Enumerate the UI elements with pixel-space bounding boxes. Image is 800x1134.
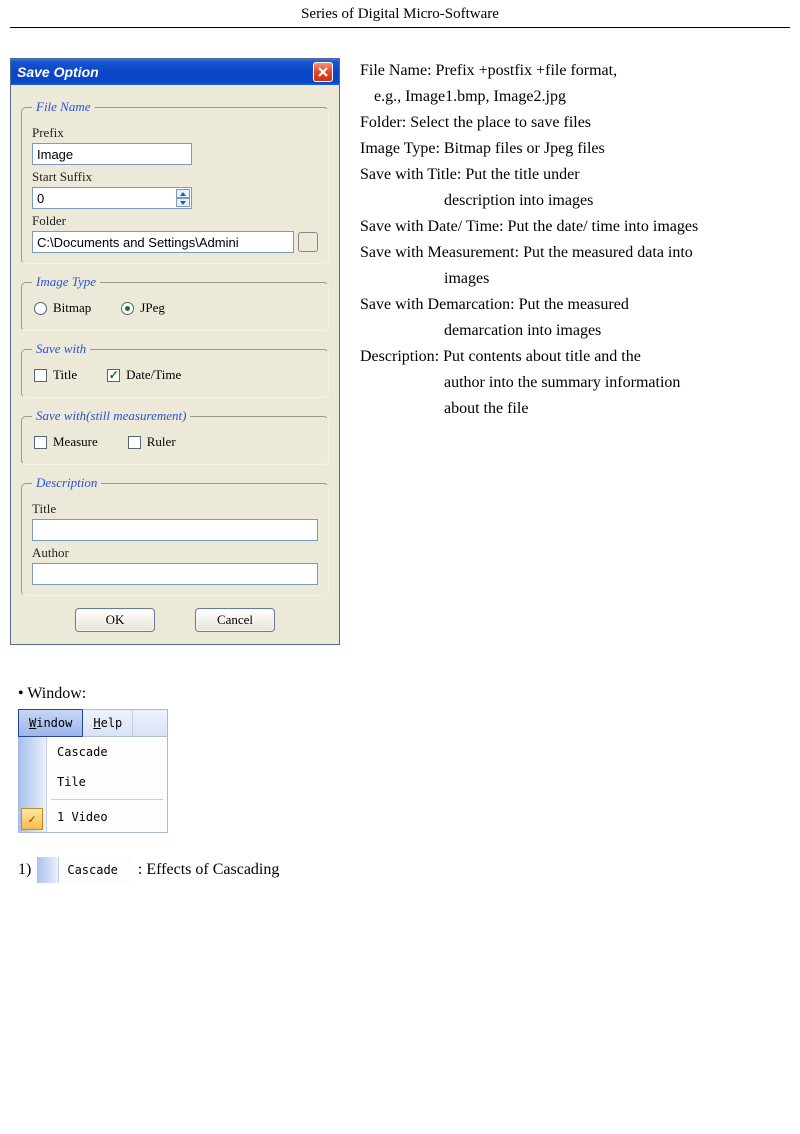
close-icon	[318, 67, 328, 77]
radio-icon	[121, 302, 134, 315]
explain-line: Save with Title: Put the title under	[360, 162, 790, 188]
chevron-down-icon	[180, 201, 186, 205]
checkbox-icon	[128, 436, 141, 449]
measure-checkbox[interactable]: Measure	[34, 434, 98, 450]
description-legend: Description	[32, 475, 101, 491]
imagetype-group: Image Type Bitmap JPeg	[21, 274, 329, 331]
menu-separator	[51, 799, 163, 800]
explain-line: Description: Put contents about title an…	[360, 344, 790, 370]
title-checkbox-label: Title	[53, 367, 77, 383]
savewith-still-group: Save with(still measurement) Measure Rul…	[21, 408, 329, 465]
explain-line: images	[360, 266, 790, 292]
filename-legend: File Name	[32, 99, 95, 115]
window-menu-screenshot: Window Help ✓ Cascade Tile 1 Video	[18, 709, 168, 833]
folder-label: Folder	[32, 213, 318, 229]
explain-line: description into images	[360, 188, 790, 214]
check-icon: ✓	[21, 808, 43, 830]
bitmap-radio[interactable]: Bitmap	[34, 300, 91, 316]
desc-title-input[interactable]	[32, 519, 318, 541]
measure-checkbox-label: Measure	[53, 434, 98, 450]
menubar-window[interactable]: Window	[18, 709, 83, 737]
page-header: Series of Digital Micro-Software	[10, 0, 790, 28]
savewith-group: Save with Title ✓ Date/Time	[21, 341, 329, 398]
explain-line: Folder: Select the place to save files	[360, 110, 790, 136]
dialog-titlebar[interactable]: Save Option	[11, 59, 339, 85]
suffix-spin-up[interactable]	[176, 189, 190, 198]
desc-title-label: Title	[32, 501, 318, 517]
menubar-help[interactable]: Help	[83, 710, 133, 736]
menubar-window-label: indow	[36, 716, 72, 730]
savewith-legend: Save with	[32, 341, 90, 357]
menu-tile-label: ile	[64, 775, 86, 789]
checkbox-icon	[34, 436, 47, 449]
explain-line: File Name: Prefix +postfix +file format,	[360, 58, 790, 84]
cascade-chip-label: ascade	[75, 863, 118, 877]
list-number: 1)	[18, 861, 31, 879]
cascade-chip[interactable]: Cascade	[37, 857, 132, 883]
filename-group: File Name Prefix Start Suffix Folder	[21, 99, 329, 264]
checkbox-icon: ✓	[107, 369, 120, 382]
desc-author-input[interactable]	[32, 563, 318, 585]
chevron-up-icon	[180, 192, 186, 196]
description-group: Description Title Author	[21, 475, 329, 596]
menu-tile[interactable]: Tile	[47, 767, 167, 797]
ruler-checkbox[interactable]: Ruler	[128, 434, 176, 450]
menubar-help-label: elp	[101, 716, 123, 730]
menu-video-label: Video	[64, 810, 107, 824]
dialog-title: Save Option	[17, 64, 99, 80]
jpeg-radio[interactable]: JPeg	[121, 300, 165, 316]
cascade-effects-text: : Effects of Cascading	[138, 861, 279, 879]
menu-cascade-label: ascade	[64, 745, 107, 759]
suffix-label: Start Suffix	[32, 169, 318, 185]
suffix-input[interactable]	[32, 187, 192, 209]
title-checkbox[interactable]: Title	[34, 367, 77, 383]
window-bullet: • Window:	[18, 685, 782, 703]
menu-video[interactable]: 1 Video	[47, 802, 167, 832]
explain-line: Image Type: Bitmap files or Jpeg files	[360, 136, 790, 162]
folder-input[interactable]	[32, 231, 294, 253]
desc-author-label: Author	[32, 545, 318, 561]
savewith-still-legend: Save with(still measurement)	[32, 408, 190, 424]
explain-line: author into the summary information	[360, 370, 790, 396]
explain-line: demarcation into images	[360, 318, 790, 344]
suffix-spin-down[interactable]	[176, 198, 190, 207]
imagetype-legend: Image Type	[32, 274, 100, 290]
datetime-checkbox-label: Date/Time	[126, 367, 181, 383]
explain-line: Save with Date/ Time: Put the date/ time…	[360, 214, 790, 240]
checkbox-icon	[34, 369, 47, 382]
save-option-dialog: Save Option File Name Prefix Start Suffi…	[10, 58, 340, 645]
explain-line: about the file	[360, 396, 790, 422]
jpeg-radio-label: JPeg	[140, 300, 165, 316]
radio-icon	[34, 302, 47, 315]
datetime-checkbox[interactable]: ✓ Date/Time	[107, 367, 181, 383]
explanation-text: File Name: Prefix +postfix +file format,…	[360, 58, 790, 645]
prefix-input[interactable]	[32, 143, 192, 165]
ok-button[interactable]: OK	[75, 608, 155, 632]
menu-side-icon	[37, 857, 59, 883]
cancel-button[interactable]: Cancel	[195, 608, 275, 632]
ruler-checkbox-label: Ruler	[147, 434, 176, 450]
explain-line: e.g., Image1.bmp, Image2.jpg	[360, 84, 790, 110]
close-button[interactable]	[313, 62, 333, 82]
explain-line: Save with Measurement: Put the measured …	[360, 240, 790, 266]
explain-line: Save with Demarcation: Put the measured	[360, 292, 790, 318]
bitmap-radio-label: Bitmap	[53, 300, 91, 316]
folder-browse-button[interactable]	[298, 232, 318, 252]
prefix-label: Prefix	[32, 125, 318, 141]
menu-cascade[interactable]: Cascade	[47, 737, 167, 767]
